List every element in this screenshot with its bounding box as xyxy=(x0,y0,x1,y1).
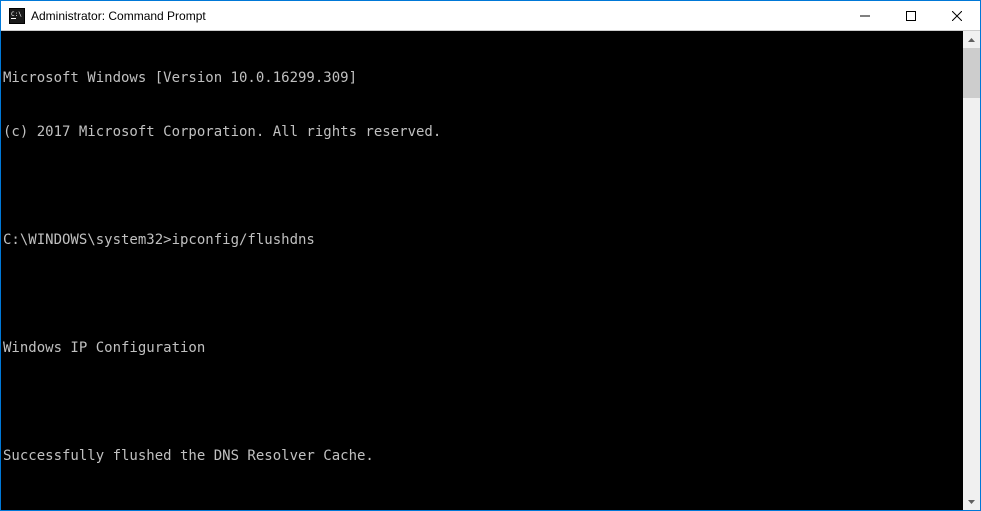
console-line: Windows IP Configuration xyxy=(3,339,963,357)
scroll-thumb[interactable] xyxy=(963,48,980,98)
titlebar: C:\ Administrator: Command Prompt xyxy=(1,1,980,31)
vertical-scrollbar[interactable] xyxy=(963,31,980,510)
console-line: Successfully flushed the DNS Resolver Ca… xyxy=(3,447,963,465)
scroll-down-button[interactable] xyxy=(963,493,980,510)
minimize-button[interactable] xyxy=(842,1,888,30)
console-line: C:\WINDOWS\system32>ipconfig/flushdns xyxy=(3,231,963,249)
window-title: Administrator: Command Prompt xyxy=(31,9,842,23)
console-line xyxy=(3,393,963,411)
scroll-track[interactable] xyxy=(963,48,980,493)
cmd-icon: C:\ xyxy=(9,8,25,24)
svg-text:C:\: C:\ xyxy=(11,11,22,18)
close-button[interactable] xyxy=(934,1,980,30)
console-line: (c) 2017 Microsoft Corporation. All righ… xyxy=(3,123,963,141)
console-line xyxy=(3,177,963,195)
maximize-button[interactable] xyxy=(888,1,934,30)
window-controls xyxy=(842,1,980,30)
console-line: Microsoft Windows [Version 10.0.16299.30… xyxy=(3,69,963,87)
scroll-up-button[interactable] xyxy=(963,31,980,48)
console-area: Microsoft Windows [Version 10.0.16299.30… xyxy=(1,31,980,510)
console-line xyxy=(3,285,963,303)
console-output[interactable]: Microsoft Windows [Version 10.0.16299.30… xyxy=(1,31,963,510)
console-line xyxy=(3,501,963,510)
